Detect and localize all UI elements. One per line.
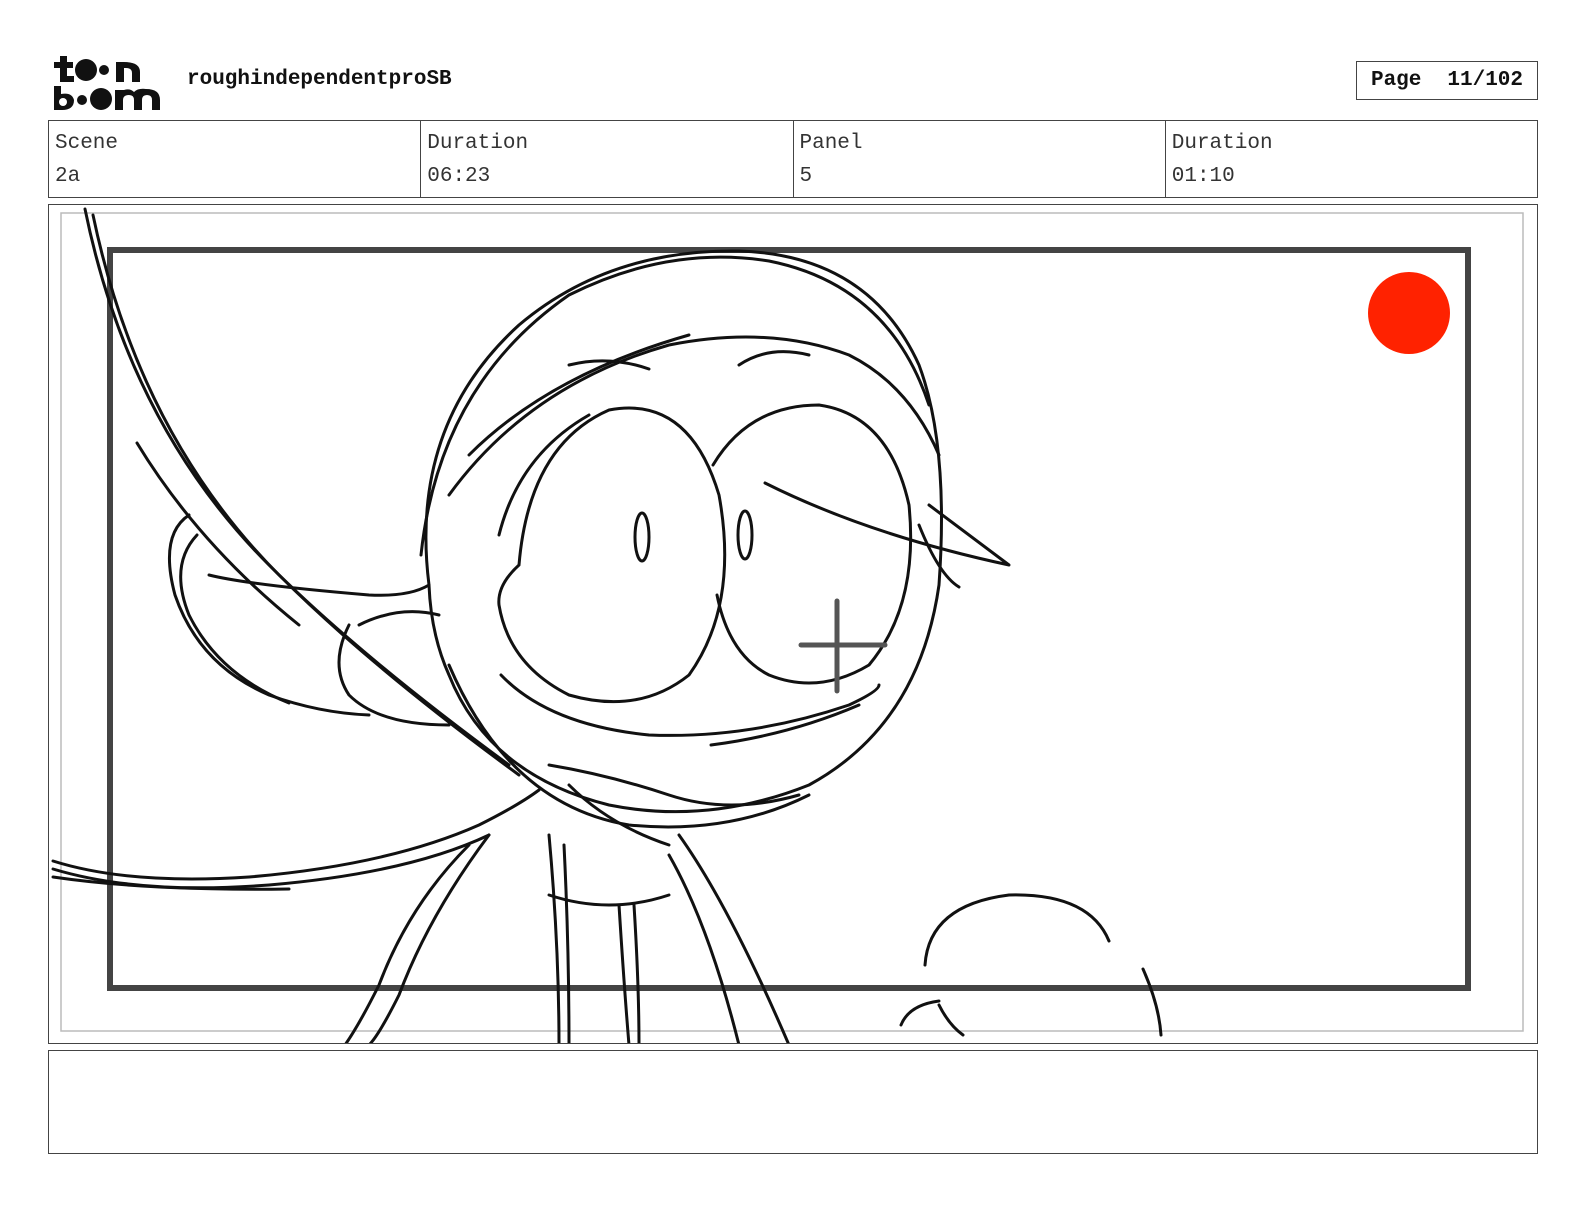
scene-duration-label: Duration [427, 132, 529, 155]
scene-duration-cell: Duration 06:23 [421, 121, 794, 197]
record-dot [1368, 272, 1450, 354]
project-title: roughindependentproSB [187, 68, 452, 91]
page-number: 11/102 [1447, 69, 1524, 92]
info-table: Scene 2a Duration 06:23 Panel 5 Duration… [48, 120, 1538, 198]
notes-box [48, 1050, 1538, 1154]
scene-value: 2a [55, 165, 81, 188]
panel-frame [48, 204, 1538, 1044]
toon-boom-logo [54, 56, 160, 110]
panel-duration-cell: Duration 01:10 [1166, 121, 1537, 197]
panel-cell: Panel 5 [794, 121, 1166, 197]
storyboard-sketch [51, 207, 1524, 1043]
panel-duration-label: Duration [1171, 132, 1273, 155]
scene-cell: Scene 2a [49, 121, 422, 197]
panel-value: 5 [799, 165, 813, 188]
panel-label: Panel [799, 132, 863, 155]
scene-duration-value: 06:23 [427, 165, 491, 188]
panel-duration-value: 01:10 [1171, 165, 1235, 188]
scene-label: Scene [55, 132, 119, 155]
page-label: Page [1370, 69, 1422, 92]
page-indicator: Page 11/102 [1356, 61, 1538, 100]
